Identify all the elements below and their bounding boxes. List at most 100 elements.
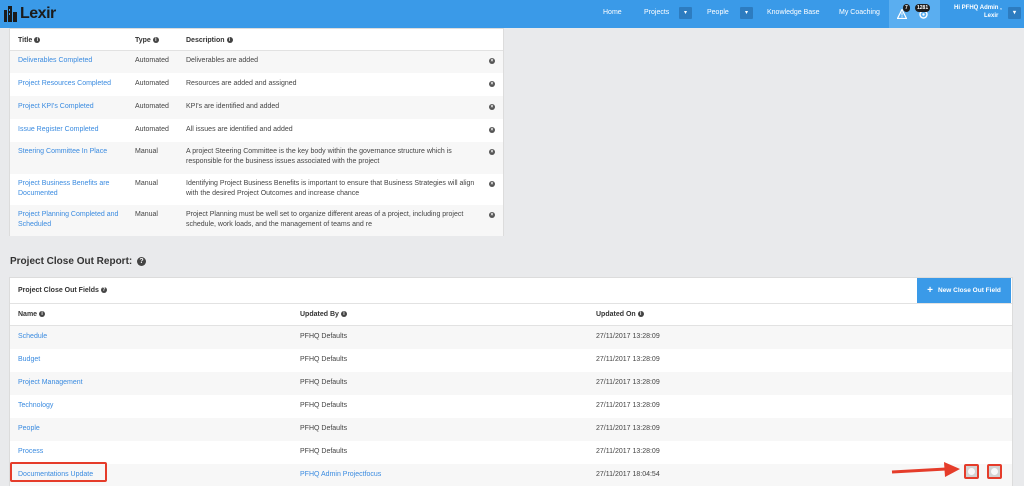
milestones-header-row: Title i Type i Description i bbox=[10, 29, 503, 51]
updated-by: PFHQ Defaults bbox=[300, 379, 348, 386]
highlight-box bbox=[10, 462, 107, 482]
close-out-section-title: Project Close Out Report: ? bbox=[10, 256, 147, 267]
edit-button[interactable] bbox=[964, 464, 979, 479]
table-row: Project KPI's Completed Automated KPI's … bbox=[10, 96, 503, 119]
close-out-field-link[interactable]: Project Management bbox=[18, 378, 83, 388]
updated-on: 27/11/2017 13:28:09 bbox=[596, 356, 660, 363]
close-out-panel-header: Project Close Out Fields? bbox=[10, 278, 1012, 304]
close-out-header-row: Name i Updated By i Updated On i bbox=[10, 304, 1012, 326]
close-out-field-link[interactable]: Budget bbox=[18, 355, 40, 365]
remove-icon[interactable]: × bbox=[489, 212, 495, 218]
lexir-logo[interactable]: Lexir bbox=[4, 4, 56, 24]
header-icon-zone: 7 1281 bbox=[889, 0, 940, 28]
close-out-panel: Project Close Out Fields? Name i Updated … bbox=[9, 277, 1013, 486]
updated-by: PFHQ Defaults bbox=[300, 425, 348, 432]
col-title-header: Title i bbox=[18, 36, 41, 46]
remove-icon[interactable]: × bbox=[489, 104, 495, 110]
milestone-title-link[interactable]: Project KPI's Completed bbox=[18, 102, 94, 112]
user-menu[interactable]: Hi PFHQ Admin , Lexir ▾ bbox=[940, 0, 1024, 28]
col-type-header: Type i bbox=[135, 36, 159, 46]
updated-on: 27/11/2017 13:28:09 bbox=[596, 448, 660, 455]
remove-icon[interactable]: × bbox=[489, 58, 495, 64]
milestone-title-link[interactable]: Project Resources Completed bbox=[18, 79, 111, 89]
building-logo-icon bbox=[4, 6, 17, 22]
updated-on: 27/11/2017 18:04:54 bbox=[596, 471, 660, 478]
milestone-description: Resources are added and assigned bbox=[186, 80, 297, 87]
updated-by: PFHQ Defaults bbox=[300, 402, 348, 409]
col-updated-by-header: Updated By i bbox=[300, 310, 347, 320]
table-row: People PFHQ Defaults 27/11/2017 13:28:09 bbox=[10, 418, 1012, 441]
table-row: Project Planning Completed and Scheduled… bbox=[10, 205, 503, 236]
info-icon: i bbox=[39, 311, 46, 318]
updated-on: 27/11/2017 13:28:09 bbox=[596, 425, 660, 432]
close-out-field-link[interactable]: People bbox=[18, 424, 40, 434]
remove-icon[interactable]: × bbox=[489, 181, 495, 187]
info-icon: i bbox=[226, 37, 233, 44]
info-icon: i bbox=[637, 311, 644, 318]
milestone-title-link[interactable]: Steering Committee In Place bbox=[18, 147, 128, 157]
remove-icon[interactable]: × bbox=[489, 127, 495, 133]
milestone-type: Automated bbox=[135, 80, 169, 87]
nav-projects[interactable]: Projects bbox=[644, 9, 669, 16]
col-updated-on-header: Updated On i bbox=[596, 310, 644, 320]
people-dropdown-caret-icon[interactable]: ▾ bbox=[740, 7, 753, 19]
milestone-title-link[interactable]: Project Planning Completed and Scheduled bbox=[18, 210, 128, 230]
table-row: Steering Committee In Place Manual A pro… bbox=[10, 142, 503, 174]
plus-icon: + bbox=[927, 285, 933, 296]
nav-people[interactable]: People bbox=[707, 9, 729, 16]
col-name-header: Name i bbox=[18, 310, 46, 320]
table-row: Project Resources Completed Automated Re… bbox=[10, 73, 503, 96]
milestone-type: Automated bbox=[135, 126, 169, 133]
help-icon[interactable]: ? bbox=[100, 287, 107, 294]
milestone-description: All issues are identified and added bbox=[186, 126, 293, 133]
milestone-type: Manual bbox=[135, 180, 158, 187]
milestone-description: A project Steering Committee is the key … bbox=[186, 148, 452, 165]
milestone-title-link[interactable]: Deliverables Completed bbox=[18, 56, 92, 66]
info-icon: i bbox=[340, 311, 347, 318]
notification-badge: 1281 bbox=[915, 4, 931, 12]
user-dropdown-caret-icon[interactable]: ▾ bbox=[1008, 7, 1021, 19]
edit-icon bbox=[968, 468, 975, 475]
milestone-type: Automated bbox=[135, 103, 169, 110]
nav-my-coaching[interactable]: My Coaching bbox=[839, 9, 880, 16]
updated-by: PFHQ Defaults bbox=[300, 333, 348, 340]
remove-icon[interactable]: × bbox=[489, 81, 495, 87]
updated-on: 27/11/2017 13:28:09 bbox=[596, 333, 660, 340]
milestone-type: Manual bbox=[135, 211, 158, 218]
close-out-field-link[interactable]: Schedule bbox=[18, 332, 47, 342]
milestone-description: Identifying Project Business Benefits is… bbox=[186, 180, 475, 197]
info-icon: i bbox=[34, 37, 41, 44]
close-out-field-link[interactable]: Technology bbox=[18, 401, 53, 411]
delete-button[interactable] bbox=[987, 464, 1002, 479]
user-greeting: Hi PFHQ Admin , bbox=[954, 5, 1002, 11]
new-close-out-field-button[interactable]: + New Close Out Field bbox=[917, 278, 1011, 303]
updated-on: 27/11/2017 13:28:09 bbox=[596, 402, 660, 409]
updated-by-link[interactable]: PFHQ Admin Projectfocus bbox=[300, 470, 381, 480]
milestone-title-link[interactable]: Issue Register Completed bbox=[18, 125, 99, 135]
user-org: Lexir bbox=[984, 13, 999, 19]
milestone-title-link[interactable]: Project Business Benefits are Documented bbox=[18, 179, 128, 199]
updated-by: PFHQ Defaults bbox=[300, 448, 348, 455]
help-icon[interactable]: ? bbox=[137, 256, 147, 266]
close-out-field-link[interactable]: Process bbox=[18, 447, 43, 457]
table-row: Schedule PFHQ Defaults 27/11/2017 13:28:… bbox=[10, 326, 1012, 349]
nav-knowledge-base[interactable]: Knowledge Base bbox=[767, 9, 820, 16]
milestone-description: Project Planning must be well set to org… bbox=[186, 211, 464, 228]
table-row: Budget PFHQ Defaults 27/11/2017 13:28:09 bbox=[10, 349, 1012, 372]
table-row: Process PFHQ Defaults 27/11/2017 13:28:0… bbox=[10, 441, 1012, 464]
milestone-description: Deliverables are added bbox=[186, 57, 258, 64]
milestone-description: KPI's are identified and added bbox=[186, 103, 280, 110]
nav-home[interactable]: Home bbox=[603, 9, 622, 16]
milestone-type: Automated bbox=[135, 57, 169, 64]
col-description-header: Description i bbox=[186, 36, 233, 46]
delete-icon bbox=[991, 468, 998, 475]
help-badge: 7 bbox=[903, 4, 910, 12]
milestone-type: Manual bbox=[135, 148, 158, 155]
updated-on: 27/11/2017 13:28:09 bbox=[596, 379, 660, 386]
table-row: Project Business Benefits are Documented… bbox=[10, 174, 503, 205]
arrow-annotation-icon bbox=[891, 462, 960, 477]
table-row: Deliverables Completed Automated Deliver… bbox=[10, 51, 503, 73]
top-navbar: Lexir Home Projects ▾ People ▾ Knowledge… bbox=[0, 0, 1024, 28]
remove-icon[interactable]: × bbox=[489, 149, 495, 155]
projects-dropdown-caret-icon[interactable]: ▾ bbox=[679, 7, 692, 19]
